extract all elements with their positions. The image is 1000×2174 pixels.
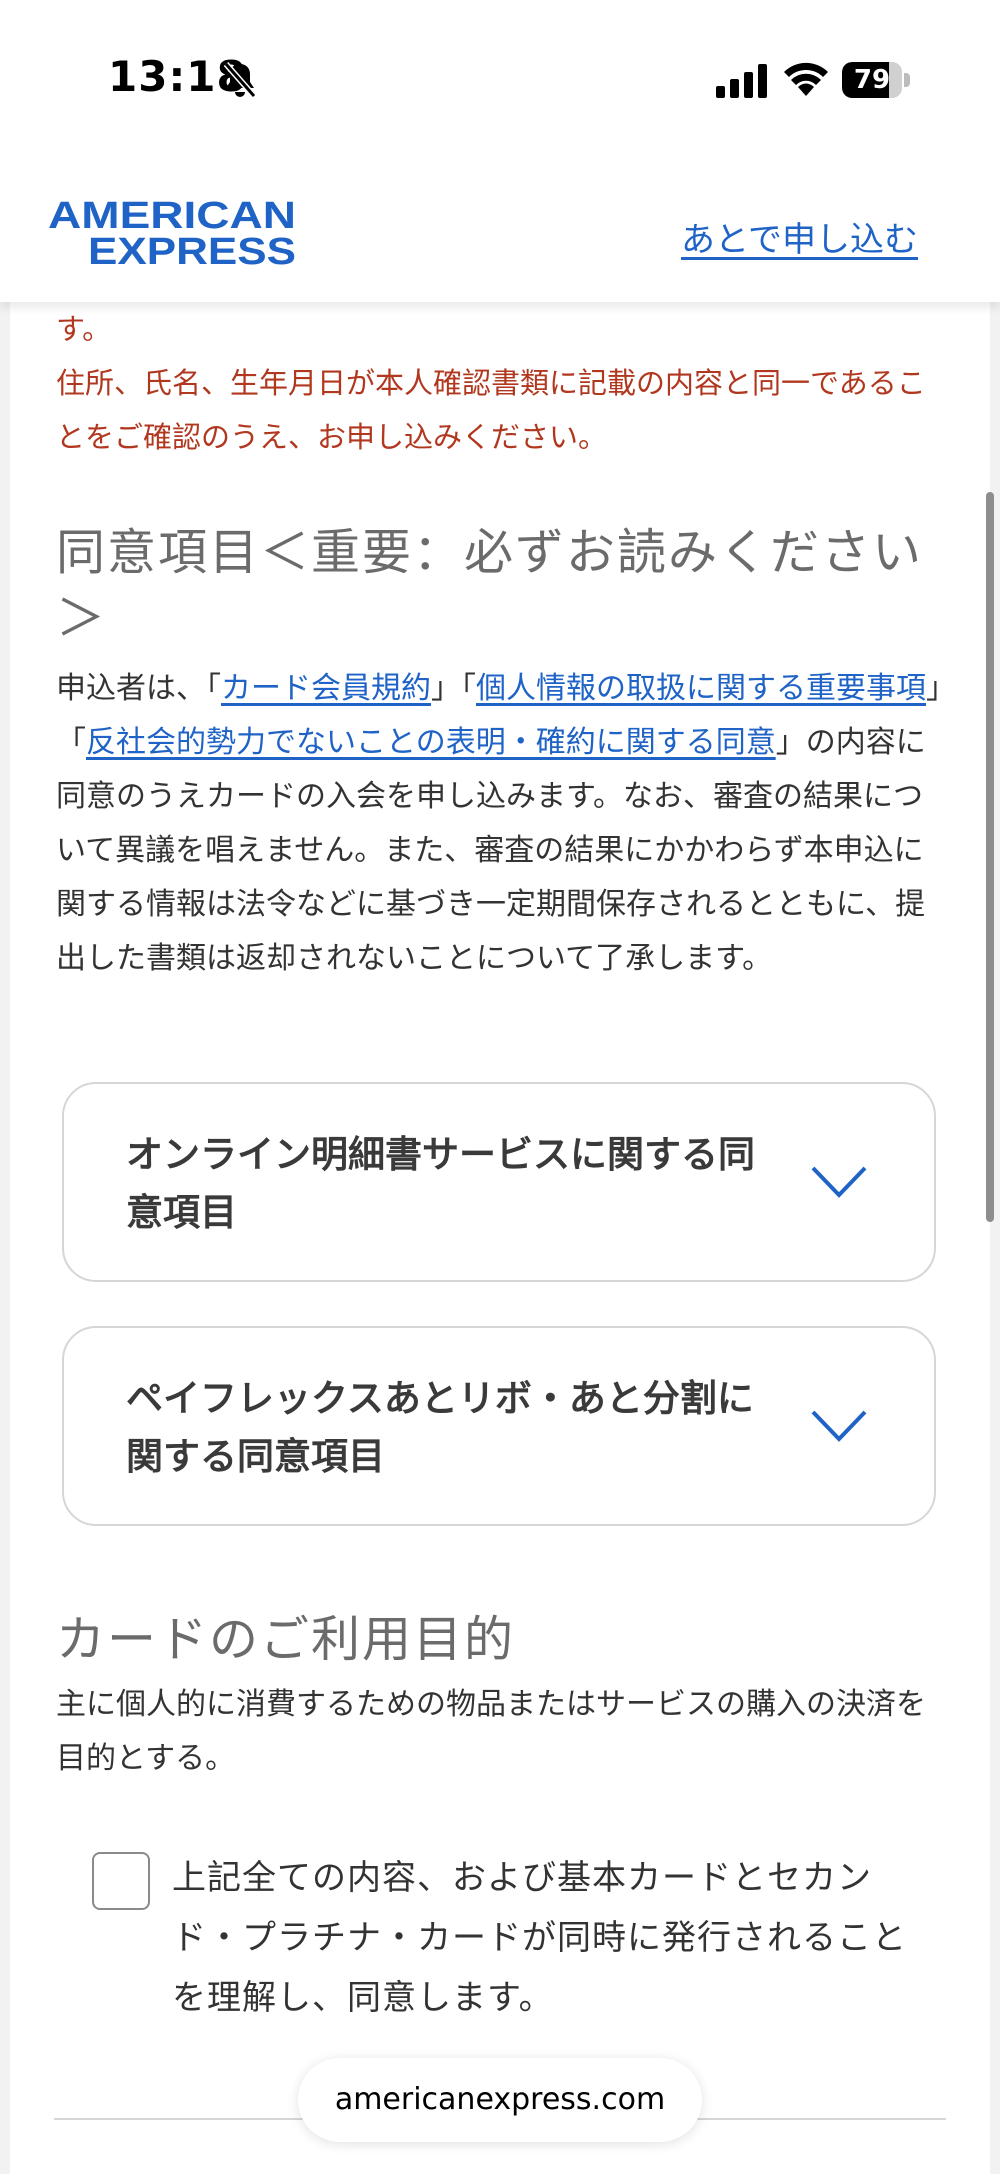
notice-line0: す。: [56, 312, 112, 346]
accordion-label: ペイフレックスあとリボ・あと分割に関する同意項目: [126, 1377, 754, 1478]
logo-line2: EXPRESS: [88, 231, 296, 268]
accordion-online-statement[interactable]: オンライン明細書サービスに関する同意項目: [62, 1082, 936, 1282]
chevron-down-icon: [811, 1166, 867, 1198]
agreement-sep1: 」「: [431, 671, 476, 706]
identity-notice: す。 住所、氏名、生年月日が本人確認書類に記載の内容と同一であることをご確認のう…: [56, 302, 946, 464]
antisocial-declaration-link[interactable]: 反社会的勢力でないことの表明・確約に関する同意: [86, 725, 776, 760]
accordion-label: オンライン明細書サービスに関する同意項目: [126, 1133, 755, 1234]
agreement-rest: 」の内容に同意のうえカードの入会を申し込みます。なお、審査の結果について異議を唱…: [56, 725, 926, 976]
browser-url-pill[interactable]: americanexpress.com: [298, 2058, 702, 2142]
left-gutter: [0, 302, 10, 2174]
american-express-logo[interactable]: AMERICAN EXPRESS: [48, 194, 298, 268]
accordion-payflex[interactable]: ペイフレックスあとリボ・あと分割に関する同意項目: [62, 1326, 936, 1526]
agreement-title: 同意項目＜重要：必ずお読みください＞: [56, 524, 924, 647]
consent-checkbox[interactable]: [92, 1852, 150, 1910]
app-header: AMERICAN EXPRESS あとで申し込む: [0, 160, 1000, 302]
card-member-terms-link[interactable]: カード会員規約: [221, 671, 431, 706]
wifi-icon: [784, 62, 828, 96]
purpose-title: カードのご利用目的: [56, 1611, 516, 1668]
status-bar: 13:18 79: [0, 0, 1000, 160]
chevron-down-icon: [811, 1410, 867, 1442]
battery-indicator: 79: [842, 62, 910, 98]
purpose-text: 主に個人的に消費するための物品またはサービスの購入の決済を目的とする。: [56, 1687, 926, 1776]
notice-text: 住所、氏名、生年月日が本人確認書類に記載の内容と同一であることをご確認のうえ、お…: [56, 366, 926, 454]
cellular-signal-icon: [716, 64, 767, 98]
apply-later-link[interactable]: あとで申し込む: [681, 212, 918, 261]
agreement-intro: 申込者は、「: [56, 671, 221, 706]
personal-info-link[interactable]: 個人情報の取扱に関する重要事項: [476, 671, 926, 706]
agreement-body: 申込者は、「カード会員規約」「個人情報の取扱に関する重要事項」「反社会的勢力でな…: [56, 662, 948, 986]
application-form-content[interactable]: す。 住所、氏名、生年月日が本人確認書類に記載の内容と同一であることをご確認のう…: [0, 302, 1000, 2174]
battery-percent: 79: [853, 65, 891, 95]
consent-label[interactable]: 上記全ての内容、および基本カードとセカンド・プラチナ・カードが同時に発行されるこ…: [172, 1848, 932, 2028]
scrollbar-thumb[interactable]: [986, 492, 994, 1222]
bell-muted-icon: [223, 62, 257, 98]
